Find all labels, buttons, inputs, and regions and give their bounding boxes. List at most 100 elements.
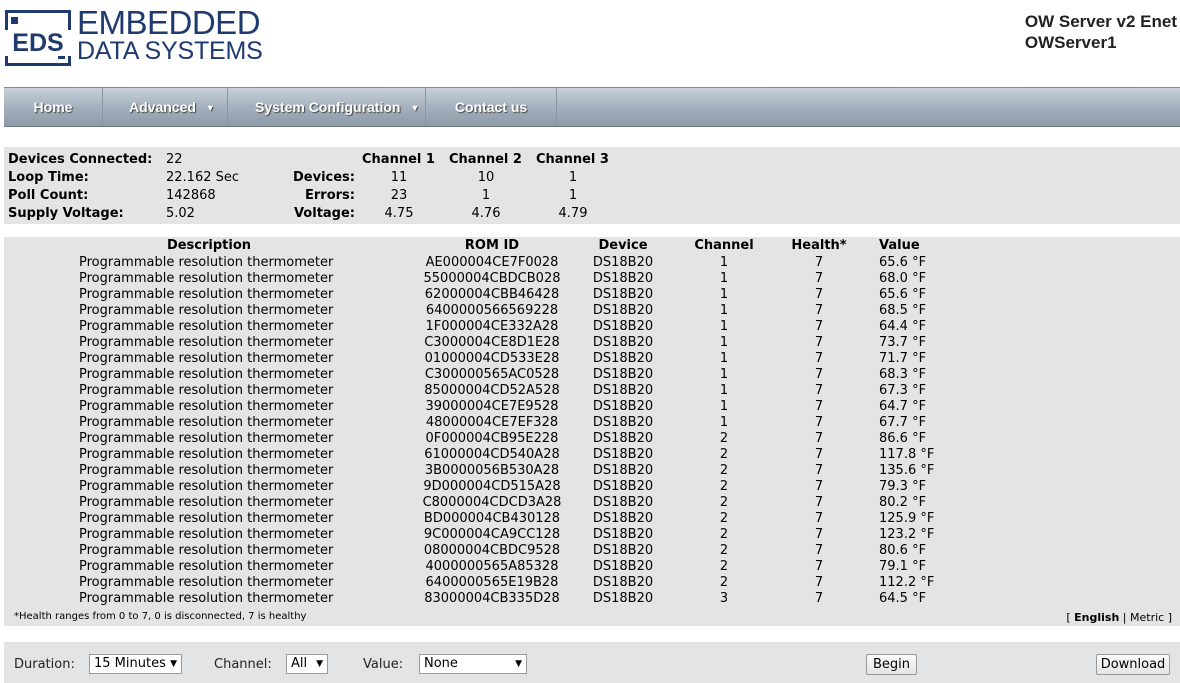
row-rom-id: 83000004CB335D28 — [424, 591, 560, 606]
nav-contact[interactable]: Contact us — [426, 88, 557, 126]
channel-3-devices: 1 — [568, 170, 578, 185]
row-health: 7 — [814, 431, 824, 446]
table-row: Programmable resolution thermometer 08000… — [4, 543, 1180, 559]
nav-advanced[interactable]: Advanced ▼ — [103, 88, 228, 126]
row-device: DS18B20 — [592, 255, 654, 270]
row-channel: 1 — [719, 319, 729, 334]
table-row: Programmable resolution thermometer 62000… — [4, 287, 1180, 303]
status-summary: Devices Connected: 22 Loop Time: 22.162 … — [4, 147, 1180, 224]
unit-metric[interactable]: Metric — [1130, 611, 1164, 624]
logo-dot — [11, 17, 18, 24]
main-nav: Home Advanced ▼ System Configuration ▼ Con… — [4, 87, 1180, 127]
logging-controls: Duration: 15 Minutes ▼ Channel: All ▼ Va… — [4, 642, 1180, 683]
row-health: 7 — [814, 399, 824, 414]
table-row: Programmable resolution thermometer 64000… — [4, 575, 1180, 591]
row-value: 67.7 °F — [879, 415, 927, 430]
row-rom-id: 85000004CD52A528 — [424, 383, 560, 398]
table-row: Programmable resolution thermometer C3000… — [4, 367, 1180, 383]
row-description: Programmable resolution thermometer — [79, 527, 334, 542]
row-value: 80.2 °F — [879, 495, 927, 510]
row-channel: 1 — [719, 271, 729, 286]
duration-select[interactable]: 15 Minutes ▼ — [89, 654, 182, 674]
row-health: 7 — [814, 559, 824, 574]
row-description: Programmable resolution thermometer — [79, 591, 334, 606]
row-device: DS18B20 — [592, 415, 654, 430]
row-health: 7 — [814, 527, 824, 542]
row-rom-id: 48000004CE7EF328 — [425, 415, 559, 430]
value-select[interactable]: None ▼ — [419, 654, 527, 674]
row-health: 7 — [814, 543, 824, 558]
row-rom-id: 62000004CBB46428 — [424, 287, 560, 302]
row-rom-id: C300000565AC0528 — [424, 367, 560, 382]
eds-logo: EDS EMBEDDED DATA SYSTEMS — [5, 4, 267, 66]
row-channel: 2 — [719, 527, 729, 542]
row-rom-id: AE000004CE7F0028 — [425, 255, 559, 270]
row-rom-id: 9D000004CD515A28 — [423, 479, 561, 494]
table-row: Programmable resolution thermometer 61000… — [4, 447, 1180, 463]
row-description: Programmable resolution thermometer — [79, 463, 334, 478]
row-rom-id: 6400000566569228 — [425, 303, 559, 318]
row-health: 7 — [814, 271, 824, 286]
devices-connected-value: 22 — [166, 152, 183, 167]
row-channel: 1 — [719, 255, 729, 270]
row-value: 68.5 °F — [879, 303, 927, 318]
nav-home[interactable]: Home — [4, 88, 103, 126]
row-description: Programmable resolution thermometer — [79, 383, 334, 398]
row-value: 123.2 °F — [879, 527, 935, 542]
row-description: Programmable resolution thermometer — [79, 255, 334, 270]
row-channel: 1 — [719, 303, 729, 318]
row-channel: 1 — [719, 335, 729, 350]
row-description: Programmable resolution thermometer — [79, 335, 334, 350]
row-description: Programmable resolution thermometer — [79, 559, 334, 574]
download-button[interactable]: Download — [1096, 654, 1170, 675]
channel-devices-label: Devices: — [293, 170, 355, 185]
dropdown-arrow-icon: ▼ — [316, 659, 323, 669]
nav-contact-label: Contact us — [454, 99, 528, 115]
table-row: Programmable resolution thermometer 0F000… — [4, 431, 1180, 447]
unit-bracket-close: ] — [1167, 611, 1172, 624]
unit-separator: | — [1122, 611, 1127, 624]
row-description: Programmable resolution thermometer — [79, 271, 334, 286]
table-row: Programmable resolution thermometer C8000… — [4, 495, 1180, 511]
table-row: Programmable resolution thermometer 40000… — [4, 559, 1180, 575]
row-health: 7 — [814, 351, 824, 366]
devices-connected-label: Devices Connected: — [8, 152, 153, 167]
row-health: 7 — [814, 511, 824, 526]
channel-label: Channel: — [214, 657, 272, 672]
row-health: 7 — [814, 303, 824, 318]
row-channel: 1 — [719, 383, 729, 398]
col-rom-id: ROM ID — [464, 238, 520, 253]
row-health: 7 — [814, 447, 824, 462]
row-value: 68.3 °F — [879, 367, 927, 382]
row-value: 79.3 °F — [879, 479, 927, 494]
channel-2-devices: 10 — [477, 170, 495, 185]
channel-1-devices: 11 — [390, 170, 408, 185]
loop-time-label: Loop Time: — [8, 170, 89, 185]
value-value: None — [424, 656, 458, 671]
nav-system-configuration-label: System Configuration — [255, 99, 401, 115]
row-health: 7 — [814, 287, 824, 302]
row-rom-id: 3B0000056B530A28 — [424, 463, 560, 478]
channel-select[interactable]: All ▼ — [286, 654, 328, 674]
row-rom-id: 08000004CBDC9528 — [423, 543, 561, 558]
nav-home-label: Home — [33, 99, 73, 115]
row-value: 65.6 °F — [879, 255, 927, 270]
table-row: Programmable resolution thermometer 3B000… — [4, 463, 1180, 479]
nav-system-configuration[interactable]: System Configuration ▼ — [228, 88, 426, 126]
chevron-down-icon: ▼ — [410, 103, 420, 114]
row-description: Programmable resolution thermometer — [79, 367, 334, 382]
row-device: DS18B20 — [592, 527, 654, 542]
col-device: Device — [598, 238, 648, 253]
row-value: 112.2 °F — [879, 575, 935, 590]
row-channel: 2 — [719, 431, 729, 446]
row-description: Programmable resolution thermometer — [79, 479, 334, 494]
poll-count-label: Poll Count: — [8, 188, 89, 203]
row-channel: 2 — [719, 495, 729, 510]
row-rom-id: 55000004CBDCB028 — [423, 271, 561, 286]
unit-english[interactable]: English — [1074, 611, 1119, 624]
row-device: DS18B20 — [592, 335, 654, 350]
row-value: 125.9 °F — [879, 511, 935, 526]
begin-button[interactable]: Begin — [866, 654, 917, 675]
col-channel: Channel — [694, 238, 754, 253]
table-row: Programmable resolution thermometer BD000… — [4, 511, 1180, 527]
